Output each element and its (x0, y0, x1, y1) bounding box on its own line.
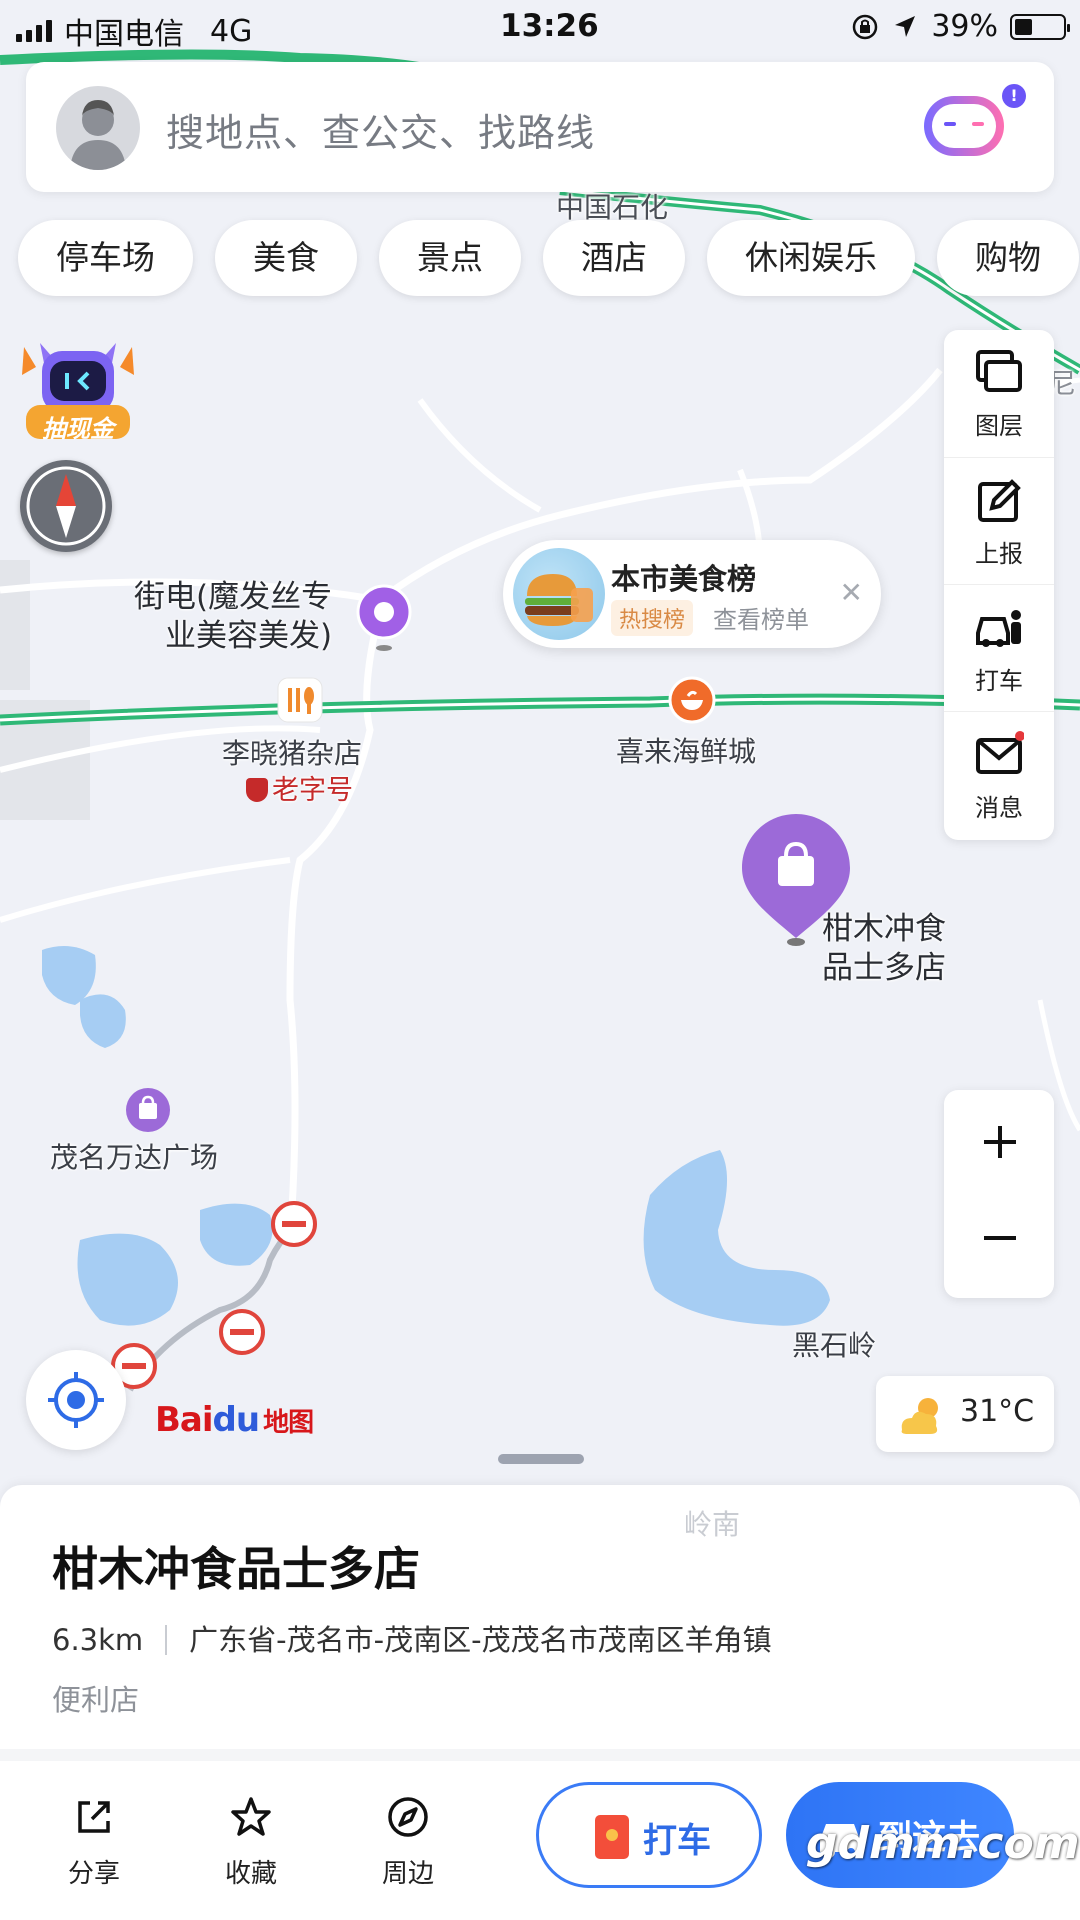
sheet-drag-handle[interactable] (498, 1454, 584, 1464)
cash-lottery-widget[interactable]: 抽现金 (20, 325, 136, 443)
baidu-logo: Baidu 地图 (155, 1400, 314, 1440)
location-arrow-icon (895, 15, 916, 37)
distance: 6.3km (52, 1623, 144, 1657)
message-icon (976, 731, 1024, 774)
ai-assistant-icon[interactable] (924, 96, 1004, 156)
no-entry-icon (271, 1201, 317, 1247)
search-bar[interactable]: 搜地点、查公交、找路线 ! (26, 62, 1054, 192)
chip-hotel[interactable]: 酒店 (543, 220, 685, 296)
shield-icon (246, 778, 268, 802)
zoom-out-button[interactable] (944, 1194, 1054, 1298)
no-entry-icon (219, 1309, 265, 1355)
share-icon (78, 1801, 110, 1833)
map-tools-panel: 图层 上报 打车 消息 (944, 330, 1054, 840)
zoom-control (944, 1090, 1054, 1298)
compass-button[interactable] (20, 460, 112, 552)
share-button[interactable]: 分享 (34, 1795, 154, 1895)
notification-badge: ! (1002, 84, 1026, 108)
divider (165, 1625, 168, 1655)
tool-report[interactable]: 上报 (944, 457, 1054, 584)
search-input[interactable]: 搜地点、查公交、找路线 (166, 102, 595, 157)
restaurant2-label[interactable]: 喜来海鲜城 (616, 734, 756, 769)
restaurant-marker[interactable] (276, 676, 324, 732)
minus-icon (984, 1236, 1016, 1240)
place-category: 便利店 (52, 1683, 140, 1717)
category-chips: 停车场 美食 景点 酒店 休闲娱乐 购物 (18, 220, 1079, 296)
favorite-button[interactable]: 收藏 (191, 1795, 311, 1895)
crosshair-icon (48, 1372, 104, 1428)
tool-layers[interactable]: 图层 (944, 330, 1054, 457)
star-icon (231, 1797, 271, 1836)
taxi-button[interactable]: 打车 (536, 1782, 762, 1888)
store-label[interactable]: 柑木冲食 品士多店 (822, 910, 946, 988)
temperature: 31°C (960, 1394, 1035, 1429)
rotation-lock-icon (853, 14, 878, 39)
hot-tag: 热搜榜 (611, 600, 694, 636)
hill-label: 黑石岭 (792, 1329, 877, 1362)
area-label: 岭南 (684, 1508, 741, 1541)
water-body (42, 946, 96, 1005)
salon-marker[interactable] (354, 582, 414, 652)
mall-marker[interactable] (124, 1086, 172, 1140)
carrier-label: 中国电信 (64, 17, 184, 52)
salon-label[interactable]: 街电(魔发丝专 业美容美发) (130, 578, 332, 656)
battery-icon (1010, 13, 1070, 40)
watermark: gdmm.com (806, 1818, 1080, 1869)
tool-messages[interactable]: 消息 (944, 711, 1054, 838)
signal-icon (16, 20, 52, 42)
place-meta: 6.3km 广东省-茂名市-茂南区-茂茂名市茂南区羊角镇 (52, 1617, 772, 1659)
chip-leisure[interactable]: 休闲娱乐 (707, 220, 915, 296)
view-ranking-link[interactable]: 查看榜单 (713, 600, 809, 635)
section-divider (0, 1749, 1080, 1761)
taxi-icon (976, 610, 1021, 647)
layers-icon (976, 350, 1022, 392)
avatar[interactable] (56, 86, 140, 170)
battery-percent: 39% (931, 9, 998, 44)
nearby-button[interactable]: 周边 (348, 1795, 468, 1895)
address: 广东省-茂名市-茂南区-茂茂名市茂南区羊角镇 (189, 1623, 772, 1657)
lottery-label: 抽现金 (42, 415, 114, 443)
chip-food[interactable]: 美食 (215, 220, 357, 296)
chip-sights[interactable]: 景点 (379, 220, 521, 296)
mall-label[interactable]: 茂名万达广场 (50, 1140, 218, 1175)
seafood-marker[interactable] (668, 676, 716, 728)
close-icon[interactable]: ✕ (840, 576, 863, 609)
restaurant1-label[interactable]: 李晓猪杂店 (222, 736, 362, 771)
status-bar: 中国电信 4G 13:26 39% (0, 0, 1080, 56)
compass-icon (388, 1797, 428, 1837)
report-icon (978, 479, 1021, 522)
red-envelope-icon (595, 1815, 629, 1859)
place-title: 柑木冲食品士多店 (52, 1542, 420, 1596)
partly-cloudy-icon (901, 1398, 938, 1434)
burger-icon (513, 548, 605, 640)
plus-icon (984, 1126, 1016, 1158)
weather-widget[interactable]: 31°C (876, 1376, 1054, 1452)
chip-parking[interactable]: 停车场 (18, 220, 193, 296)
food-ranking-popup[interactable]: 本市美食榜 热搜榜 查看榜单 ✕ (503, 540, 881, 648)
locate-me-button[interactable] (26, 1350, 126, 1450)
compass-icon (26, 466, 106, 546)
network-label: 4G (210, 13, 253, 49)
heritage-badge: 老字号 (246, 774, 353, 808)
clock: 13:26 (500, 8, 599, 44)
chip-shopping[interactable]: 购物 (937, 220, 1079, 296)
tool-taxi[interactable]: 打车 (944, 584, 1054, 711)
zoom-in-button[interactable] (944, 1090, 1054, 1194)
popup-title: 本市美食榜 (611, 562, 757, 596)
